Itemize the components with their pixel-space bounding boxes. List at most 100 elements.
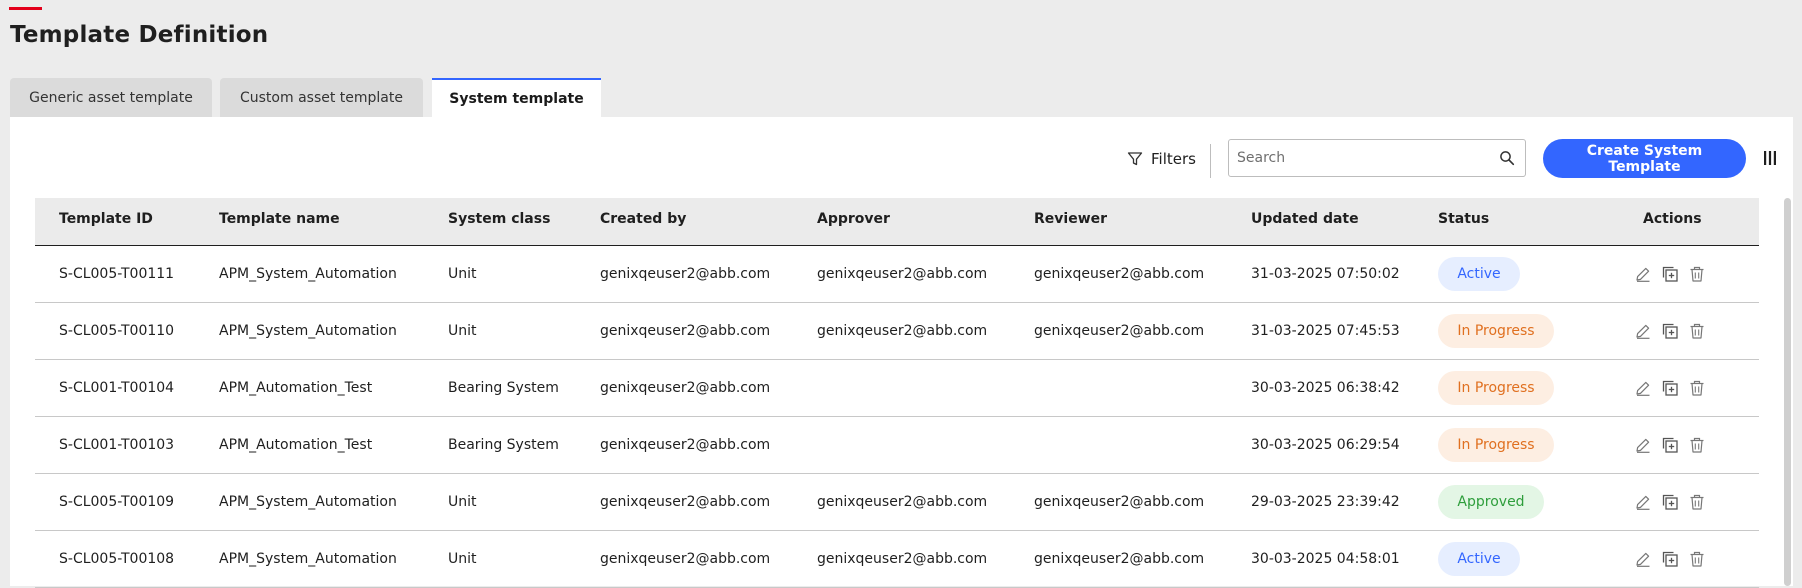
cell-reviewer: genixqeuser2@abb.com xyxy=(1034,494,1205,510)
row-actions xyxy=(1634,265,1706,283)
header-updated-date[interactable]: Updated date xyxy=(1251,198,1359,241)
trash-icon[interactable] xyxy=(1688,265,1706,283)
tab-bar: Generic asset template Custom asset temp… xyxy=(10,78,609,117)
status-badge: Approved xyxy=(1438,485,1544,519)
table-header: Template ID Template name System class C… xyxy=(35,198,1759,246)
header-created-by[interactable]: Created by xyxy=(600,198,686,241)
table-row[interactable]: S-CL005-T00111 APM_System_Automation Uni… xyxy=(35,246,1759,303)
edit-icon[interactable] xyxy=(1634,550,1652,568)
header-system-class[interactable]: System class xyxy=(448,198,550,241)
row-actions xyxy=(1634,550,1706,568)
search-box xyxy=(1228,139,1526,177)
status-badge: Active xyxy=(1438,542,1520,576)
cell-template-name: APM_System_Automation xyxy=(219,494,397,510)
cell-template-id: S-CL001-T00103 xyxy=(59,437,175,453)
cell-created-by: genixqeuser2@abb.com xyxy=(600,551,771,567)
search-icon[interactable] xyxy=(1499,150,1515,166)
cell-updated-date: 30-03-2025 06:29:54 xyxy=(1251,437,1400,453)
cell-updated-date: 31-03-2025 07:50:02 xyxy=(1251,266,1400,282)
cell-created-by: genixqeuser2@abb.com xyxy=(600,494,771,510)
cell-system-class: Bearing System xyxy=(448,380,559,396)
cell-template-name: APM_Automation_Test xyxy=(219,380,373,396)
table-row[interactable]: S-CL005-T00110 APM_System_Automation Uni… xyxy=(35,303,1759,360)
copy-icon[interactable] xyxy=(1661,493,1679,511)
copy-icon[interactable] xyxy=(1661,550,1679,568)
cell-approver: genixqeuser2@abb.com xyxy=(817,551,988,567)
cell-template-name: APM_System_Automation xyxy=(219,551,397,567)
row-actions xyxy=(1634,322,1706,340)
cell-template-id: S-CL005-T00109 xyxy=(59,494,175,510)
cell-created-by: genixqeuser2@abb.com xyxy=(600,380,771,396)
cell-approver: genixqeuser2@abb.com xyxy=(817,494,988,510)
cell-updated-date: 29-03-2025 23:39:42 xyxy=(1251,494,1400,510)
cell-updated-date: 30-03-2025 04:58:01 xyxy=(1251,551,1400,567)
tab-generic-asset-template[interactable]: Generic asset template xyxy=(10,78,212,117)
edit-icon[interactable] xyxy=(1634,493,1652,511)
row-actions xyxy=(1634,493,1706,511)
header-reviewer[interactable]: Reviewer xyxy=(1034,198,1107,241)
create-system-template-button[interactable]: Create System Template xyxy=(1543,139,1746,178)
cell-template-id: S-CL005-T00111 xyxy=(59,266,175,282)
table-body: S-CL005-T00111 APM_System_Automation Uni… xyxy=(35,246,1759,588)
filter-icon xyxy=(1127,152,1143,166)
header-status[interactable]: Status xyxy=(1438,198,1489,241)
cell-system-class: Unit xyxy=(448,551,477,567)
cell-system-class: Unit xyxy=(448,323,477,339)
trash-icon[interactable] xyxy=(1688,379,1706,397)
header-approver[interactable]: Approver xyxy=(817,198,890,241)
table-row[interactable]: S-CL005-T00109 APM_System_Automation Uni… xyxy=(35,474,1759,531)
cell-template-id: S-CL001-T00104 xyxy=(59,380,175,396)
table-row[interactable]: S-CL005-T00108 APM_System_Automation Uni… xyxy=(35,531,1759,588)
cell-updated-date: 30-03-2025 06:38:42 xyxy=(1251,380,1400,396)
status-badge: In Progress xyxy=(1438,428,1554,462)
cell-created-by: genixqeuser2@abb.com xyxy=(600,266,771,282)
trash-icon[interactable] xyxy=(1688,550,1706,568)
cell-template-id: S-CL005-T00110 xyxy=(59,323,175,339)
search-input[interactable] xyxy=(1229,140,1495,176)
edit-icon[interactable] xyxy=(1634,436,1652,454)
vertical-scrollbar[interactable] xyxy=(1784,198,1791,586)
header-actions: Actions xyxy=(1643,211,1702,227)
cell-created-by: genixqeuser2@abb.com xyxy=(600,437,771,453)
cell-system-class: Bearing System xyxy=(448,437,559,453)
cell-reviewer: genixqeuser2@abb.com xyxy=(1034,323,1205,339)
edit-icon[interactable] xyxy=(1634,322,1652,340)
brand-accent-bar xyxy=(9,7,42,10)
edit-icon[interactable] xyxy=(1634,265,1652,283)
cell-updated-date: 31-03-2025 07:45:53 xyxy=(1251,323,1400,339)
cell-reviewer: genixqeuser2@abb.com xyxy=(1034,266,1205,282)
edit-icon[interactable] xyxy=(1634,379,1652,397)
cell-system-class: Unit xyxy=(448,266,477,282)
tab-system-template[interactable]: System template xyxy=(432,78,601,117)
columns-icon[interactable] xyxy=(1762,150,1778,166)
cell-template-id: S-CL005-T00108 xyxy=(59,551,175,567)
cell-created-by: genixqeuser2@abb.com xyxy=(600,323,771,339)
status-badge: In Progress xyxy=(1438,314,1554,348)
copy-icon[interactable] xyxy=(1661,436,1679,454)
status-badge: In Progress xyxy=(1438,371,1554,405)
table-row[interactable]: S-CL001-T00104 APM_Automation_Test Beari… xyxy=(35,360,1759,417)
row-actions xyxy=(1634,379,1706,397)
filters-button[interactable]: Filters xyxy=(1127,146,1196,172)
copy-icon[interactable] xyxy=(1661,265,1679,283)
cell-template-name: APM_Automation_Test xyxy=(219,437,373,453)
trash-icon[interactable] xyxy=(1688,322,1706,340)
status-badge: Active xyxy=(1438,257,1520,291)
trash-icon[interactable] xyxy=(1688,493,1706,511)
trash-icon[interactable] xyxy=(1688,436,1706,454)
copy-icon[interactable] xyxy=(1661,322,1679,340)
cell-template-name: APM_System_Automation xyxy=(219,266,397,282)
table-row[interactable]: S-CL001-T00103 APM_Automation_Test Beari… xyxy=(35,417,1759,474)
tab-custom-asset-template[interactable]: Custom asset template xyxy=(220,78,423,117)
filters-label: Filters xyxy=(1151,150,1196,168)
copy-icon[interactable] xyxy=(1661,379,1679,397)
cell-approver: genixqeuser2@abb.com xyxy=(817,323,988,339)
toolbar-divider xyxy=(1210,144,1211,178)
row-actions xyxy=(1634,436,1706,454)
header-template-id[interactable]: Template ID xyxy=(59,198,153,241)
header-template-name[interactable]: Template name xyxy=(219,198,340,241)
cell-reviewer: genixqeuser2@abb.com xyxy=(1034,551,1205,567)
templates-table: Template ID Template name System class C… xyxy=(35,198,1759,588)
page-title: Template Definition xyxy=(10,22,269,48)
cell-approver: genixqeuser2@abb.com xyxy=(817,266,988,282)
